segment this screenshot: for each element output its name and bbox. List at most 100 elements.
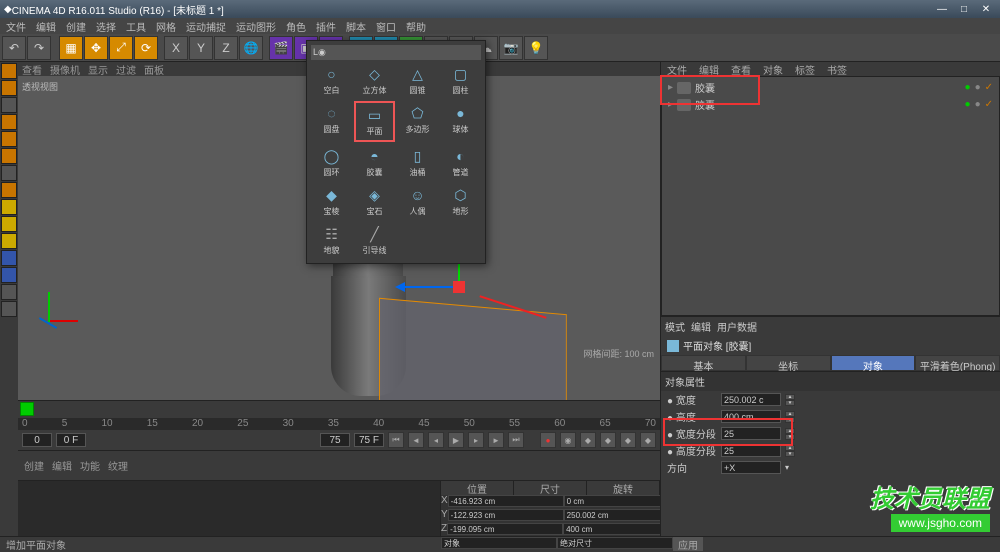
prev-frame-button[interactable]: ◂ bbox=[428, 432, 444, 448]
attr-tab[interactable]: 平滑着色(Phong) bbox=[915, 355, 1000, 371]
edge-mode-button[interactable] bbox=[1, 131, 17, 147]
vp-tab[interactable]: 查看 bbox=[22, 62, 42, 77]
primitive-球体[interactable]: ●球体 bbox=[440, 101, 481, 142]
next-frame-button[interactable]: ▸ bbox=[468, 432, 484, 448]
timeline-end2-input[interactable] bbox=[354, 433, 384, 447]
texture-mode-button[interactable] bbox=[1, 97, 17, 113]
object-mode-button[interactable] bbox=[1, 80, 17, 96]
menu-脚本[interactable]: 脚本 bbox=[346, 19, 366, 34]
minimize-button[interactable]: — bbox=[932, 4, 952, 15]
pos-input[interactable] bbox=[448, 509, 564, 521]
vp-tab[interactable]: 过滤 bbox=[116, 62, 136, 77]
goto-start-button[interactable]: ⏮ bbox=[388, 432, 404, 448]
quantize-button[interactable] bbox=[1, 250, 17, 266]
close-button[interactable]: ✕ bbox=[976, 4, 996, 15]
primitive-立方体[interactable]: ◇立方体 bbox=[354, 62, 395, 99]
tool-b-button[interactable] bbox=[1, 301, 17, 317]
next-key-button[interactable]: ► bbox=[488, 432, 504, 448]
key-rot-button[interactable]: ◆ bbox=[620, 432, 636, 448]
menu-选择[interactable]: 选择 bbox=[96, 19, 116, 34]
prev-key-button[interactable]: ◄ bbox=[408, 432, 424, 448]
menu-工具[interactable]: 工具 bbox=[126, 19, 146, 34]
light-button[interactable]: 💡 bbox=[524, 36, 548, 60]
play-button[interactable]: ▶ bbox=[448, 432, 464, 448]
axis-y-button[interactable]: Y bbox=[189, 36, 213, 60]
menu-网格[interactable]: 网格 bbox=[156, 19, 176, 34]
timeline-track[interactable] bbox=[18, 400, 660, 418]
mat-tab[interactable]: 纹理 bbox=[108, 458, 128, 473]
live-select-button[interactable]: ▦ bbox=[59, 36, 83, 60]
spin-down[interactable]: ▾ bbox=[785, 400, 795, 406]
mat-tab[interactable]: 编辑 bbox=[52, 458, 72, 473]
key-pos-button[interactable]: ◆ bbox=[580, 432, 596, 448]
primitive-宝棱[interactable]: ◆宝棱 bbox=[311, 183, 352, 220]
attr-tab[interactable]: 基本 bbox=[661, 355, 746, 371]
primitive-胶囊[interactable]: ◓胶囊 bbox=[354, 144, 395, 181]
apply-button[interactable]: 应用 bbox=[673, 537, 703, 551]
autokey-button[interactable]: ◉ bbox=[560, 432, 576, 448]
vp-tab[interactable]: 面板 bbox=[144, 62, 164, 77]
spin-down[interactable]: ▾ bbox=[785, 451, 795, 457]
rotate-button[interactable]: ⟳ bbox=[134, 36, 158, 60]
attr-mode-tab[interactable]: 用户数据 bbox=[717, 319, 757, 334]
plane-object[interactable] bbox=[379, 298, 567, 400]
spin-down[interactable]: ▾ bbox=[785, 417, 795, 423]
menu-创建[interactable]: 创建 bbox=[66, 19, 86, 34]
coord-mode-select[interactable] bbox=[441, 537, 557, 549]
uv-poly-button[interactable] bbox=[1, 182, 17, 198]
key-scale-button[interactable]: ◆ bbox=[600, 432, 616, 448]
attr-input[interactable] bbox=[721, 393, 781, 406]
vp-tab[interactable]: 摄像机 bbox=[50, 62, 80, 77]
attr-input[interactable] bbox=[721, 410, 781, 423]
menu-角色[interactable]: 角色 bbox=[286, 19, 306, 34]
primitive-管道[interactable]: ◐管道 bbox=[440, 144, 481, 181]
attr-mode-tab[interactable]: 编辑 bbox=[691, 319, 711, 334]
hierarchy-item[interactable]: ▸胶囊●●✓ bbox=[664, 96, 997, 113]
render-view-button[interactable]: 🎬 bbox=[269, 36, 293, 60]
redo-button[interactable]: ↷ bbox=[27, 36, 51, 60]
size-mode-select[interactable] bbox=[557, 537, 673, 549]
primitive-平面[interactable]: ▭平面 bbox=[354, 101, 395, 142]
mat-tab[interactable]: 创建 bbox=[24, 458, 44, 473]
key-param-button[interactable]: ◆ bbox=[640, 432, 656, 448]
orient-input[interactable] bbox=[721, 461, 781, 474]
uv-point-button[interactable] bbox=[1, 165, 17, 181]
menu-运动图形[interactable]: 运动图形 bbox=[236, 19, 276, 34]
hierarchy-item[interactable]: ▸胶囊●●✓ bbox=[664, 79, 997, 96]
attr-mode-tab[interactable]: 模式 bbox=[665, 319, 685, 334]
primitive-地形[interactable]: ⬡地形 bbox=[440, 183, 481, 220]
material-list[interactable] bbox=[18, 481, 440, 536]
menu-窗口[interactable]: 窗口 bbox=[376, 19, 396, 34]
attr-input[interactable] bbox=[721, 444, 781, 457]
attr-tab[interactable]: 对象 bbox=[831, 355, 916, 371]
hierarchy-tab[interactable]: 书签 bbox=[821, 62, 853, 76]
spin-down[interactable]: ▾ bbox=[785, 434, 795, 440]
pos-input[interactable] bbox=[448, 495, 564, 507]
attr-tab[interactable]: 坐标 bbox=[746, 355, 831, 371]
primitive-多边形[interactable]: ⬠多边形 bbox=[397, 101, 438, 142]
primitive-圆柱[interactable]: ▢圆柱 bbox=[440, 62, 481, 99]
model-mode-button[interactable] bbox=[1, 63, 17, 79]
menu-编辑[interactable]: 编辑 bbox=[36, 19, 56, 34]
primitive-人偶[interactable]: ☺人偶 bbox=[397, 183, 438, 220]
camera-button[interactable]: 📷 bbox=[499, 36, 523, 60]
point-mode-button[interactable] bbox=[1, 114, 17, 130]
timeline-current-input[interactable] bbox=[56, 433, 86, 447]
polygon-mode-button[interactable] bbox=[1, 148, 17, 164]
timeline-start-input[interactable] bbox=[22, 433, 52, 447]
primitives-popup[interactable]: L◉ ○空白◇立方体△圆锥▢圆柱◌圆盘▭平面⬠多边形●球体◯圆环◓胶囊▯油桶◐管… bbox=[306, 40, 486, 264]
vp-tab[interactable]: 显示 bbox=[88, 62, 108, 77]
mat-tab[interactable]: 功能 bbox=[80, 458, 100, 473]
hierarchy-tab[interactable]: 编辑 bbox=[693, 62, 725, 76]
timeline-end1-input[interactable] bbox=[320, 433, 350, 447]
menu-帮助[interactable]: 帮助 bbox=[406, 19, 426, 34]
goto-end-button[interactable]: ⏭ bbox=[508, 432, 524, 448]
attr-input[interactable] bbox=[721, 427, 781, 440]
snap-button[interactable] bbox=[1, 216, 17, 232]
primitive-空白[interactable]: ○空白 bbox=[311, 62, 352, 99]
maximize-button[interactable]: □ bbox=[954, 4, 974, 15]
hierarchy-tab[interactable]: 对象 bbox=[757, 62, 789, 76]
primitive-圆锥[interactable]: △圆锥 bbox=[397, 62, 438, 99]
axis-mode-button[interactable] bbox=[1, 199, 17, 215]
pos-input[interactable] bbox=[447, 523, 563, 535]
